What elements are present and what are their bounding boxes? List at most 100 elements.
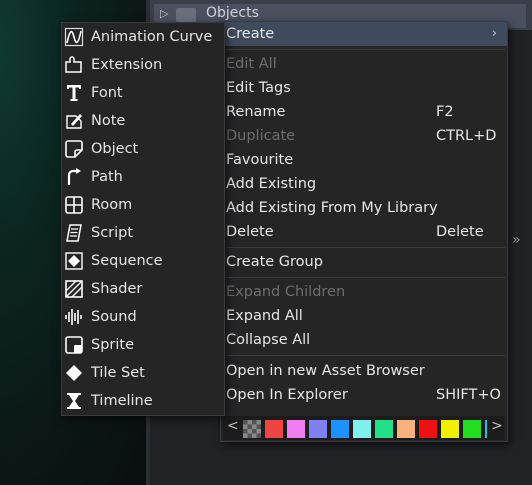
submenu-item-path[interactable]: Path (62, 163, 224, 191)
room-icon (64, 195, 84, 215)
timeline-icon (64, 391, 84, 411)
swatch-color[interactable] (265, 420, 283, 438)
create-submenu: Animation Curve Extension Font Note Obje… (61, 22, 225, 416)
submenu-item-sequence[interactable]: Sequence (62, 247, 224, 275)
submenu-item-label: Script (91, 225, 134, 241)
submenu-item-label: Tile Set (91, 365, 145, 381)
menu-item-add-existing-from-library[interactable]: Add Existing From My Library (221, 196, 507, 220)
menu-item-label: Delete (226, 224, 274, 240)
submenu-item-label: Sequence (91, 253, 163, 269)
menu-item-label: Rename (226, 104, 286, 120)
menu-item-create-group[interactable]: Create Group (221, 250, 507, 274)
submenu-item-label: Note (91, 113, 126, 129)
menu-item-duplicate[interactable]: Duplicate CTRL+D (221, 124, 507, 148)
submenu-item-label: Shader (91, 281, 143, 297)
submenu-item-object[interactable]: Object (62, 135, 224, 163)
submenu-item-room[interactable]: Room (62, 191, 224, 219)
swatch-color[interactable] (397, 420, 415, 438)
menu-item-label: Add Existing From My Library (226, 200, 438, 216)
submenu-item-label: Object (91, 141, 139, 157)
menu-item-edit-tags[interactable]: Edit Tags (221, 76, 507, 100)
tile-set-icon (64, 363, 84, 383)
submenu-item-label: Sound (91, 309, 137, 325)
menu-item-expand-all[interactable]: Expand All (221, 304, 507, 328)
submenu-item-script[interactable]: Script (62, 219, 224, 247)
submenu-item-label: Timeline (91, 393, 153, 409)
menu-item-label: Create Group (226, 254, 323, 270)
menu-item-rename[interactable]: Rename F2 (221, 100, 507, 124)
menu-item-shortcut: Delete (436, 224, 484, 240)
menu-item-shortcut: SHIFT+O (436, 387, 501, 403)
animation-curve-icon (64, 27, 84, 47)
menu-item-delete[interactable]: Delete Delete (221, 220, 507, 244)
menu-item-expand-children[interactable]: Expand Children (221, 280, 507, 304)
path-icon (64, 167, 84, 187)
submenu-item-sound[interactable]: Sound (62, 303, 224, 331)
menu-item-add-existing[interactable]: Add Existing (221, 172, 507, 196)
submenu-item-note[interactable]: Note (62, 107, 224, 135)
swatch-color[interactable] (441, 420, 459, 438)
submenu-item-font[interactable]: Font (62, 79, 224, 107)
menu-item-label: Collapse All (226, 332, 311, 348)
font-icon (64, 83, 84, 103)
menu-item-favourite[interactable]: Favourite (221, 148, 507, 172)
menu-item-label: Edit Tags (226, 80, 291, 96)
submenu-item-extension[interactable]: Extension (62, 51, 224, 79)
swatch-color[interactable] (309, 420, 327, 438)
menu-item-shortcut: CTRL+D (436, 128, 497, 144)
submenu-item-timeline[interactable]: Timeline (62, 387, 224, 415)
menu-separator (223, 355, 505, 356)
context-menu: Create › Edit All Edit Tags Rename F2 Du… (220, 21, 508, 442)
object-icon (64, 139, 84, 159)
shader-icon (64, 279, 84, 299)
menu-item-open-new-asset-browser[interactable]: Open in new Asset Browser (221, 359, 507, 383)
menu-item-label: Favourite (226, 152, 294, 168)
menu-item-create[interactable]: Create › (221, 22, 507, 46)
asset-group-label: Objects (206, 5, 259, 21)
menu-item-shortcut: F2 (436, 104, 454, 120)
menu-item-label: Open in new Asset Browser (226, 363, 425, 379)
color-swatch-bar: < > (223, 416, 505, 440)
submenu-arrow-icon: › (491, 26, 497, 41)
extension-icon (64, 55, 84, 75)
swatch-color[interactable] (287, 420, 305, 438)
expand-triangle-icon[interactable]: ▷ (160, 7, 168, 20)
swatch-partial[interactable] (485, 420, 487, 438)
menu-item-open-in-explorer[interactable]: Open In Explorer SHIFT+O (221, 383, 507, 407)
sequence-icon (64, 251, 84, 271)
menu-item-label: Expand Children (226, 284, 346, 300)
swatch-color[interactable] (353, 420, 371, 438)
folder-icon (176, 8, 196, 22)
menu-item-label: Add Existing (226, 176, 317, 192)
sprite-icon (64, 335, 84, 355)
menu-item-collapse-all[interactable]: Collapse All (221, 328, 507, 352)
submenu-item-animation-curve[interactable]: Animation Curve (62, 23, 224, 51)
menu-item-label: Edit All (226, 56, 277, 72)
swatch-no-color[interactable] (243, 420, 261, 438)
submenu-item-sprite[interactable]: Sprite (62, 331, 224, 359)
script-icon (64, 223, 84, 243)
menu-item-edit-all[interactable]: Edit All (221, 52, 507, 76)
menu-separator (223, 49, 505, 50)
submenu-item-label: Font (91, 85, 123, 101)
submenu-item-label: Path (91, 169, 123, 185)
menu-separator (223, 247, 505, 248)
swatch-color[interactable] (419, 420, 437, 438)
menu-item-label: Create (226, 26, 275, 42)
panel-collapse-chevron-icon[interactable]: » (512, 232, 521, 248)
sound-icon (64, 307, 84, 327)
menu-item-label: Expand All (226, 308, 303, 324)
menu-item-label: Open In Explorer (226, 387, 348, 403)
submenu-item-label: Extension (91, 57, 163, 73)
submenu-item-label: Animation Curve (91, 29, 213, 45)
swatch-scroll-right-icon[interactable]: > (491, 418, 503, 434)
swatch-scroll-left-icon[interactable]: < (227, 418, 239, 434)
swatch-color[interactable] (331, 420, 349, 438)
menu-item-label: Duplicate (226, 128, 296, 144)
menu-separator (223, 277, 505, 278)
submenu-item-label: Sprite (91, 337, 135, 353)
submenu-item-tile-set[interactable]: Tile Set (62, 359, 224, 387)
swatch-color[interactable] (375, 420, 393, 438)
submenu-item-shader[interactable]: Shader (62, 275, 224, 303)
swatch-color[interactable] (463, 420, 481, 438)
